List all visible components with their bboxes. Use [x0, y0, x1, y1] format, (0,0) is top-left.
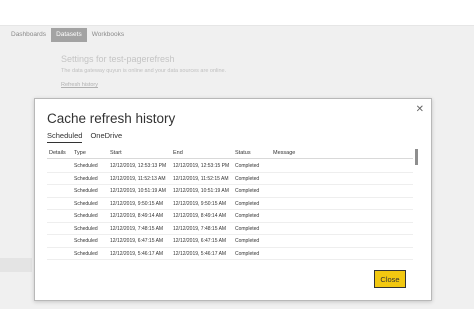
refresh-history-table: Details Type Start End Status Message Sc… — [47, 149, 419, 265]
close-button[interactable]: Close — [374, 270, 406, 288]
column-header-status[interactable]: Status — [235, 150, 251, 156]
cell-start: 12/12/2019, 8:49:14 AM — [110, 213, 164, 219]
sidebar-item-background — [0, 258, 32, 272]
cell-end: 12/12/2019, 12:53:15 PM — [173, 163, 230, 169]
cell-status: Completed — [235, 250, 260, 257]
cell-status: Completed — [235, 200, 260, 207]
cell-status: Completed — [235, 175, 260, 182]
close-icon[interactable]: ✕ — [416, 105, 424, 115]
cell-end: 12/12/2019, 9:50:15 AM — [173, 200, 227, 207]
cell-end: 12/12/2019, 6:47:15 AM — [173, 238, 227, 244]
cell-type: Scheduled — [74, 163, 98, 169]
cell-type: Scheduled — [74, 225, 98, 232]
column-header-details[interactable]: Details — [49, 150, 66, 156]
cell-type: Scheduled — [74, 238, 98, 244]
tab-dashboards[interactable]: Dashboards — [6, 28, 51, 42]
table-row[interactable]: Scheduled 12/12/2019, 6:47:15 AM 12/12/2… — [47, 235, 413, 248]
table-row[interactable]: Scheduled 12/12/2019, 11:52:13 AM 12/12/… — [47, 173, 413, 185]
cell-type: Scheduled — [74, 250, 98, 257]
column-header-type[interactable]: Type — [74, 150, 86, 156]
table-scrollbar[interactable] — [415, 149, 418, 165]
table-header: Details Type Start End Status Message — [47, 149, 413, 159]
cell-start: 12/12/2019, 5:46:17 AM — [110, 250, 164, 257]
cell-end: 12/12/2019, 8:49:14 AM — [173, 213, 227, 219]
cell-start: 12/12/2019, 10:51:19 AM — [110, 188, 166, 194]
cell-status: Completed — [235, 213, 260, 219]
settings-title: Settings for test-pagerefresh — [61, 54, 175, 64]
column-header-end[interactable]: End — [173, 150, 183, 156]
cell-start: 12/12/2019, 7:48:15 AM — [110, 225, 164, 232]
cell-end: 12/12/2019, 10:51:19 AM — [173, 188, 229, 194]
cell-status: Completed — [235, 163, 260, 169]
cell-status: Completed — [235, 238, 260, 244]
column-header-message[interactable]: Message — [273, 150, 295, 156]
table-row[interactable]: Scheduled 12/12/2019, 7:48:15 AM 12/12/2… — [47, 223, 413, 235]
table-row[interactable]: Scheduled 12/12/2019, 12:53:13 PM 12/12/… — [47, 160, 413, 173]
cell-status: Completed — [235, 225, 260, 232]
cache-refresh-history-dialog: Cache refresh history ✕ Scheduled OneDri… — [34, 98, 432, 301]
cell-type: Scheduled — [74, 200, 98, 207]
tab-datasets[interactable]: Datasets — [51, 28, 87, 42]
dialog-title: Cache refresh history — [47, 111, 176, 126]
table-row[interactable]: Scheduled 12/12/2019, 8:49:14 AM 12/12/2… — [47, 210, 413, 223]
cell-type: Scheduled — [74, 188, 98, 194]
cell-end: 12/12/2019, 11:52:15 AM — [173, 175, 229, 182]
table-row[interactable]: Scheduled 12/12/2019, 5:46:17 AM 12/12/2… — [47, 248, 413, 260]
cell-type: Scheduled — [74, 213, 98, 219]
cell-start: 12/12/2019, 12:53:13 PM — [110, 163, 167, 169]
gateway-status-text: The data gateway quyun is online and you… — [61, 68, 227, 74]
cell-end: 12/12/2019, 5:46:17 AM — [173, 250, 227, 257]
top-bar — [0, 0, 474, 26]
refresh-history-link[interactable]: Refresh history — [61, 82, 98, 88]
cell-status: Completed — [235, 188, 260, 194]
table-row[interactable]: Scheduled 12/12/2019, 10:51:19 AM 12/12/… — [47, 185, 413, 198]
cell-start: 12/12/2019, 6:47:15 AM — [110, 238, 164, 244]
tab-workbooks[interactable]: Workbooks — [87, 28, 129, 42]
tab-scheduled[interactable]: Scheduled — [47, 131, 83, 143]
cell-start: 12/12/2019, 9:50:15 AM — [110, 200, 164, 207]
cell-type: Scheduled — [74, 175, 98, 182]
nav-tabs: Dashboards Datasets Workbooks — [6, 28, 129, 42]
dialog-tabs: Scheduled OneDrive — [47, 131, 130, 143]
cell-end: 12/12/2019, 7:48:15 AM — [173, 225, 227, 232]
table-row[interactable]: Scheduled 12/12/2019, 9:50:15 AM 12/12/2… — [47, 198, 413, 210]
column-header-start[interactable]: Start — [110, 150, 122, 156]
cell-start: 12/12/2019, 11:52:13 AM — [110, 175, 166, 182]
tab-onedrive[interactable]: OneDrive — [90, 131, 122, 143]
